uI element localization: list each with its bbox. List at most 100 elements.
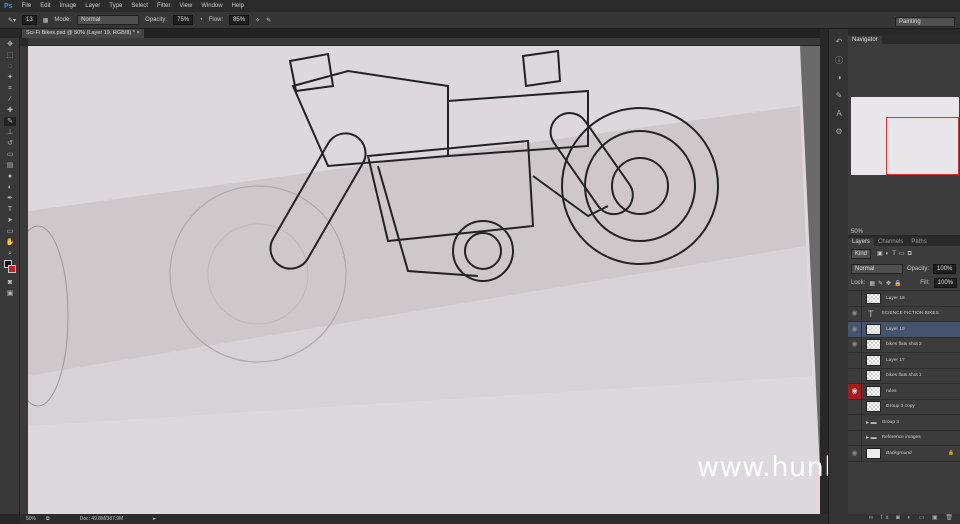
history-icon[interactable]: ↶ <box>833 37 845 47</box>
menu-edit[interactable]: Edit <box>40 3 50 9</box>
menu-help[interactable]: Help <box>232 3 244 9</box>
blur-tool-icon[interactable]: ● <box>4 172 16 181</box>
stamp-tool-icon[interactable]: ⊥ <box>4 128 16 137</box>
color-swatches[interactable] <box>4 260 16 276</box>
brush-tool-icon[interactable]: ✎▾ <box>8 17 16 24</box>
filter-icons[interactable]: ▣◐T▭⧉ <box>877 250 915 258</box>
document-tab[interactable]: Sci-Fi Bikes.psd @ 50% (Layer 19, RGB/8)… <box>22 29 144 38</box>
healing-tool-icon[interactable]: ✚ <box>4 106 16 115</box>
navigator-zoom[interactable]: 50% <box>851 229 863 235</box>
tab-navigator[interactable]: Navigator <box>848 36 882 44</box>
layer-name[interactable]: Reference images <box>882 435 921 440</box>
eyedropper-tool-icon[interactable]: ⁄ <box>4 95 16 104</box>
menu-view[interactable]: View <box>179 3 192 9</box>
layer-row[interactable]: ◉ T SCIENCE FICTION BIKES <box>848 306 960 322</box>
visibility-eye-icon[interactable] <box>848 368 862 384</box>
brush-size-picker[interactable]: 13 <box>22 15 37 25</box>
layer-name[interactable]: Layer 17 <box>886 358 905 363</box>
visibility-eye-icon[interactable] <box>848 399 862 415</box>
layer-name[interactable]: Group 3 copy <box>886 404 915 409</box>
canvas[interactable] <box>28 46 820 514</box>
marquee-tool-icon[interactable]: ⬚ <box>4 51 16 60</box>
brush-panel-icon[interactable]: ▦ <box>43 17 49 24</box>
visibility-eye-icon[interactable] <box>848 352 862 368</box>
tool-presets-icon[interactable]: ⚙ <box>833 127 845 137</box>
tab-channels[interactable]: Channels <box>874 238 907 246</box>
type-tool-icon[interactable]: T <box>4 205 16 214</box>
layer-name[interactable]: Group 3 <box>882 420 899 425</box>
navigator-thumbnail[interactable] <box>851 97 959 175</box>
character-icon[interactable]: A <box>833 109 845 119</box>
layer-row[interactable]: Group 3 copy <box>848 399 960 415</box>
lock-icons[interactable]: ▦✎✥🔒 <box>869 280 904 287</box>
visibility-eye-icon[interactable]: ◉ <box>848 383 862 399</box>
flow-field[interactable]: 85% <box>229 15 250 25</box>
shape-tool-icon[interactable]: ▭ <box>4 227 16 236</box>
adjustments-icon[interactable]: ◑ <box>833 73 845 83</box>
blend-mode-select[interactable]: Normal <box>851 264 903 274</box>
layer-filter-select[interactable]: Kind <box>851 249 872 259</box>
layer-row[interactable]: Layer 17 <box>848 352 960 369</box>
menu-type[interactable]: Type <box>109 3 122 9</box>
eraser-tool-icon[interactable]: ▭ <box>4 150 16 159</box>
move-tool-icon[interactable]: ✥ <box>4 40 16 49</box>
pressure-size-icon[interactable]: ✎ <box>266 17 271 24</box>
visibility-eye-icon[interactable]: ◉ <box>848 306 862 322</box>
share-icon[interactable]: ⧉ <box>46 516 50 522</box>
tab-paths[interactable]: Paths <box>907 238 930 246</box>
menu-select[interactable]: Select <box>131 3 148 9</box>
layer-row[interactable]: ◉ Background 🔒 <box>848 445 960 462</box>
visibility-eye-icon[interactable]: ◉ <box>848 337 862 353</box>
zoom-tool-icon[interactable]: ⌕ <box>4 249 16 258</box>
menu-filter[interactable]: Filter <box>157 3 170 9</box>
close-tab-icon[interactable]: × <box>136 30 139 36</box>
background-color[interactable] <box>8 265 16 273</box>
visibility-eye-icon[interactable]: ◉ <box>848 321 862 337</box>
dodge-tool-icon[interactable]: ◐ <box>4 183 16 192</box>
layer-name[interactable]: SCIENCE FICTION BIKES <box>882 311 939 316</box>
airbrush-icon[interactable]: ✧ <box>255 17 260 24</box>
layer-opacity-field[interactable]: 100% <box>933 264 957 274</box>
pen-tool-icon[interactable]: ✒ <box>4 194 16 203</box>
layer-row[interactable]: ▸ ▬ Reference images <box>848 430 960 446</box>
layer-name[interactable]: Layer 19 <box>886 327 905 332</box>
brush-tool-icon[interactable]: ✎ <box>4 117 16 126</box>
tab-layers[interactable]: Layers <box>848 238 875 246</box>
workspace-select[interactable]: Painting <box>895 17 955 27</box>
layer-name[interactable]: Background <box>886 451 912 456</box>
layer-row[interactable]: ◉ Layer 19 <box>848 321 960 338</box>
visibility-eye-icon[interactable] <box>848 414 862 430</box>
layer-row[interactable]: ▸ ▬ Group 3 <box>848 414 960 431</box>
visibility-eye-icon[interactable] <box>848 430 862 446</box>
fill-field[interactable]: 100% <box>933 278 957 288</box>
opacity-field[interactable]: 75% <box>173 15 194 25</box>
menu-file[interactable]: File <box>22 3 32 9</box>
layer-name[interactable]: Layer 18 <box>886 296 905 301</box>
navigator-view-box[interactable] <box>886 117 959 175</box>
hand-tool-icon[interactable]: ✋ <box>4 238 16 247</box>
layer-name[interactable]: rules <box>886 389 896 394</box>
screen-mode-icon[interactable]: ▣ <box>4 289 16 298</box>
path-select-tool-icon[interactable]: ➤ <box>4 216 16 225</box>
lasso-tool-icon[interactable]: ◌ <box>4 62 16 71</box>
menu-image[interactable]: Image <box>60 3 77 9</box>
layer-name[interactable]: bikes flats shot 1 <box>886 373 922 378</box>
brush-presets-icon[interactable]: ✎ <box>833 91 845 101</box>
mode-select[interactable]: Normal <box>77 15 140 25</box>
layer-row[interactable]: ◉ bikes flats shot 2 <box>848 337 960 353</box>
info-icon[interactable]: ⓘ <box>833 55 845 65</box>
history-brush-icon[interactable]: ↺ <box>4 139 16 148</box>
layer-row[interactable]: ◉ rules <box>848 383 960 400</box>
layer-name[interactable]: bikes flats shot 2 <box>886 342 922 347</box>
quick-mask-icon[interactable]: ◙ <box>4 278 16 287</box>
gradient-tool-icon[interactable]: ▤ <box>4 161 16 170</box>
visibility-eye-icon[interactable]: ◉ <box>848 445 862 461</box>
menu-layer[interactable]: Layer <box>85 3 100 9</box>
layer-row[interactable]: bikes flats shot 1 <box>848 368 960 384</box>
status-menu-arrow-icon[interactable]: ▸ <box>153 516 156 522</box>
quick-select-tool-icon[interactable]: ✦ <box>4 73 16 82</box>
zoom-level[interactable]: 50% <box>26 516 36 522</box>
pressure-opacity-icon[interactable]: ◔ <box>199 17 203 23</box>
visibility-eye-icon[interactable] <box>848 290 862 306</box>
layer-row[interactable]: Layer 18 <box>848 290 960 307</box>
